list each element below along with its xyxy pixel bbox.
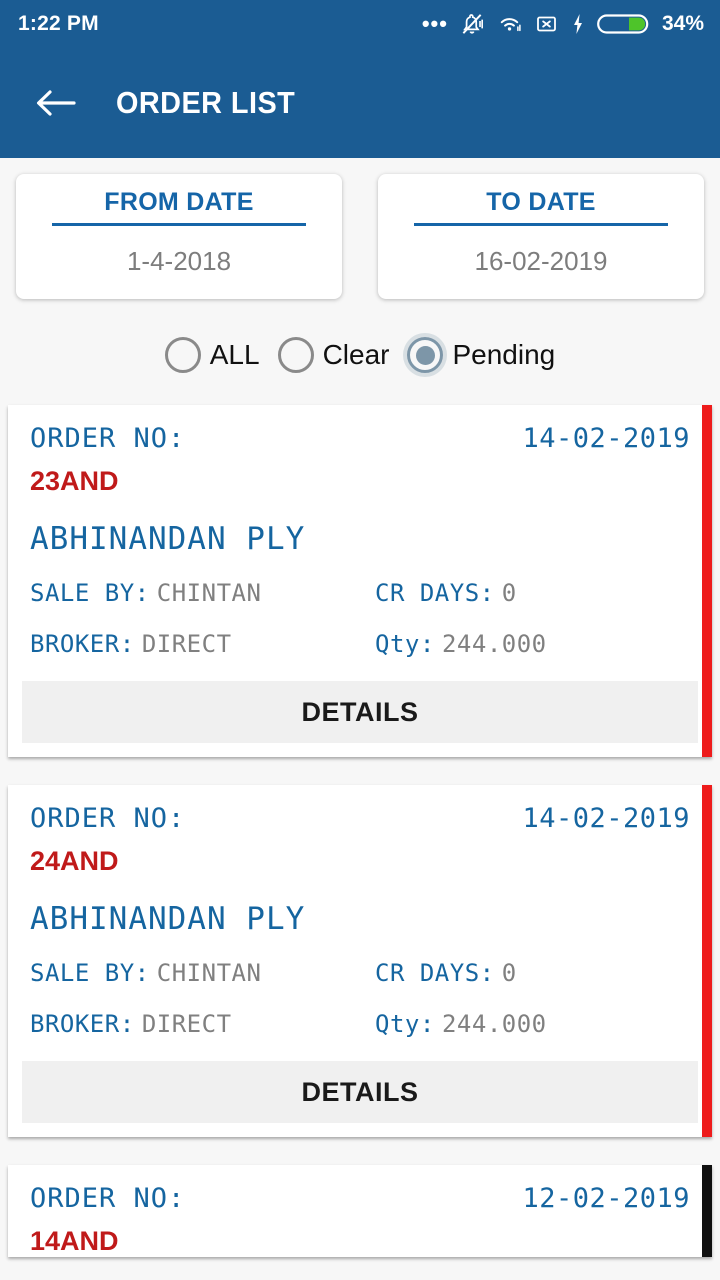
- page-title: ORDER LIST: [116, 85, 296, 120]
- status-bar-clock: 1:22 PM: [18, 12, 99, 35]
- cr-days-label: CR DAYS:: [375, 959, 495, 987]
- radio-option-clear[interactable]: Clear: [272, 337, 396, 373]
- status-color-bar: [702, 405, 712, 757]
- sale-by-label: SALE BY:: [30, 959, 150, 987]
- to-date-picker[interactable]: TO DATE 16-02-2019: [378, 174, 704, 299]
- status-bar: 1:22 PM ••• 34%: [0, 0, 720, 48]
- order-no-label: ORDER NO:: [30, 1183, 186, 1214]
- to-date-label: TO DATE: [486, 188, 596, 216]
- radio-dot: [415, 345, 435, 365]
- order-card[interactable]: ORDER NO: 14-02-2019 24AND ABHINANDAN PL…: [8, 785, 712, 1137]
- radio-circle-icon[interactable]: [164, 337, 201, 373]
- to-date-value: 16-02-2019: [474, 246, 608, 276]
- radio-label-pending: Pending: [452, 339, 556, 370]
- wifi-icon: [500, 18, 521, 32]
- order-date: 12-02-2019: [522, 1183, 690, 1214]
- qty-label: Qty:: [375, 1010, 435, 1038]
- sale-by-row: SALE BY: CHINTAN CR DAYS: 0: [30, 959, 690, 988]
- details-button[interactable]: DETAILS: [22, 1061, 698, 1123]
- radio-circle-selected-icon[interactable]: [407, 337, 444, 373]
- battery-percent-label: 34%: [661, 12, 704, 35]
- date-filter-row: FROM DATE 1-4-2018 TO DATE 16-02-2019: [0, 158, 720, 299]
- party-name: ABHINANDAN PLY: [30, 901, 306, 937]
- broker-label: BROKER:: [30, 630, 135, 658]
- sale-by-value: CHINTAN: [156, 959, 262, 987]
- broker-row: BROKER: DIRECT Qty: 244.000: [30, 630, 690, 659]
- from-date-underline: [51, 223, 307, 226]
- charging-bolt-icon: [573, 14, 582, 34]
- order-header-row: ORDER NO: 12-02-2019: [30, 1183, 690, 1214]
- sale-by-value: CHINTAN: [156, 579, 262, 607]
- cr-days-value: 0: [501, 579, 517, 607]
- order-no-value: 24AND: [30, 846, 119, 876]
- from-date-label: FROM DATE: [104, 188, 254, 216]
- order-header-row: ORDER NO: 14-02-2019: [30, 803, 690, 834]
- broker-value: DIRECT: [141, 1010, 232, 1038]
- order-no-label: ORDER NO:: [30, 803, 186, 834]
- sim-x-icon: [537, 16, 556, 32]
- sale-by-row: SALE BY: CHINTAN CR DAYS: 0: [30, 579, 690, 608]
- from-date-value: 1-4-2018: [126, 246, 232, 276]
- qty-value: 244.000: [441, 1010, 547, 1038]
- status-bar-icons: ••• 34%: [422, 11, 704, 37]
- order-header-row: ORDER NO: 14-02-2019: [30, 423, 690, 454]
- broker-row: BROKER: DIRECT Qty: 244.000: [30, 1010, 690, 1039]
- to-date-underline: [413, 223, 669, 226]
- from-date-picker[interactable]: FROM DATE 1-4-2018: [16, 174, 342, 299]
- details-button[interactable]: DETAILS: [22, 681, 698, 743]
- status-color-bar: [702, 785, 712, 1137]
- order-no-value: 23AND: [30, 466, 119, 496]
- more-dots-icon: •••: [421, 11, 448, 36]
- party-name: ABHINANDAN PLY: [30, 521, 306, 557]
- status-filter-radio-group: ALL Clear Pending: [0, 327, 720, 383]
- order-card[interactable]: ORDER NO: 12-02-2019 14AND: [8, 1165, 712, 1257]
- qty-value: 244.000: [441, 630, 547, 658]
- status-color-bar: [702, 1165, 712, 1257]
- cr-days-label: CR DAYS:: [375, 579, 495, 607]
- sale-by-label: SALE BY:: [30, 579, 150, 607]
- vibrate-bell-icon: [462, 14, 483, 34]
- radio-label-all: ALL: [209, 339, 260, 370]
- order-no-label: ORDER NO:: [30, 423, 186, 454]
- radio-label-clear: Clear: [322, 339, 390, 370]
- order-date: 14-02-2019: [522, 423, 690, 454]
- cr-days-value: 0: [501, 959, 517, 987]
- broker-label: BROKER:: [30, 1010, 135, 1038]
- order-date: 14-02-2019: [522, 803, 690, 834]
- battery-icon: [597, 14, 649, 34]
- card-bottom-spacer: [30, 743, 690, 757]
- qty-label: Qty:: [375, 630, 435, 658]
- radio-option-all[interactable]: ALL: [159, 337, 266, 373]
- radio-option-pending[interactable]: Pending: [401, 337, 561, 373]
- order-card[interactable]: ORDER NO: 14-02-2019 23AND ABHINANDAN PL…: [8, 405, 712, 757]
- card-bottom-spacer: [30, 1123, 690, 1137]
- app-bar: ORDER LIST: [0, 48, 720, 158]
- order-list[interactable]: ORDER NO: 14-02-2019 23AND ABHINANDAN PL…: [0, 405, 720, 1257]
- radio-circle-icon[interactable]: [277, 337, 314, 373]
- broker-value: DIRECT: [141, 630, 232, 658]
- order-no-value: 14AND: [30, 1226, 119, 1256]
- back-arrow-icon[interactable]: [36, 88, 76, 118]
